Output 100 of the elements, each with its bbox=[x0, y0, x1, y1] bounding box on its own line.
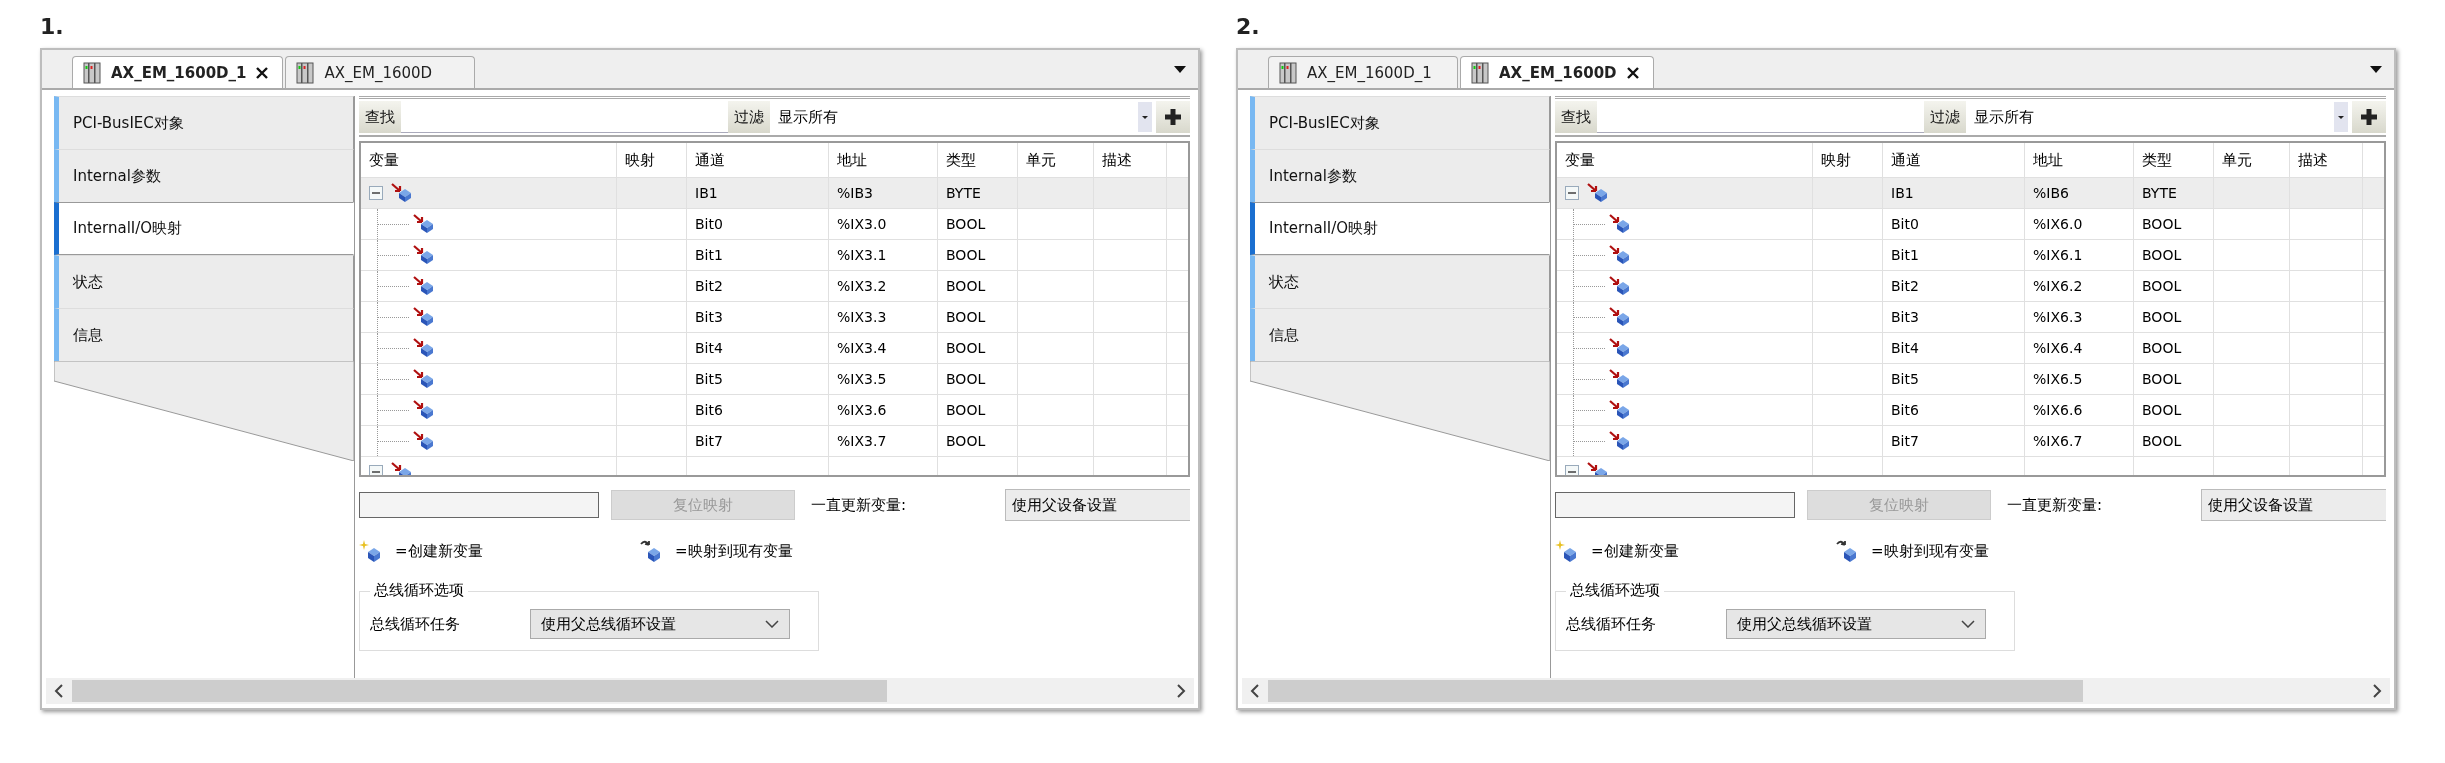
dropdown-arrow-icon[interactable] bbox=[2370, 66, 2382, 73]
table-row[interactable]: Bit3 %IX6.3 BOOL bbox=[1557, 301, 2384, 332]
legend-label: =映射到现有变量 bbox=[675, 541, 793, 561]
table-cell: Bit1 bbox=[1883, 240, 2025, 270]
input-field[interactable] bbox=[359, 492, 599, 518]
cycle-dropdown[interactable]: 使用父总线循环设置 bbox=[530, 609, 790, 639]
table-row[interactable]: Bit5 %IX6.5 BOOL bbox=[1557, 363, 2384, 394]
table-row[interactable]: Bit6 %IX3.6 BOOL bbox=[361, 394, 1188, 425]
table-row[interactable]: IB1 %IB3 BYTE bbox=[361, 177, 1188, 208]
update-dropdown[interactable]: 使用父设备设置 bbox=[2201, 489, 2386, 521]
sidebar-item[interactable]: Internal参数 bbox=[1250, 149, 1550, 202]
update-dropdown[interactable]: 使用父设备设置 bbox=[1005, 489, 1190, 521]
filter-dropdown[interactable]: 显示所有 bbox=[770, 107, 1138, 127]
arrow-cube-icon bbox=[1609, 245, 1631, 265]
device-icon bbox=[1279, 61, 1297, 84]
filter-dropdown[interactable]: 显示所有 bbox=[1966, 107, 2334, 127]
editor-tab[interactable]: AX_EM_1600D_1 bbox=[72, 56, 284, 88]
sidebar-item[interactable]: PCI-BusIEC对象 bbox=[54, 96, 354, 149]
table-cell: BOOL bbox=[2134, 426, 2214, 456]
collapse-toggle[interactable] bbox=[369, 465, 383, 475]
table-cell: %IX6.7 bbox=[2025, 426, 2134, 456]
close-icon[interactable] bbox=[1626, 66, 1639, 79]
sidebar-item[interactable]: Internal参数 bbox=[54, 149, 354, 202]
search-button[interactable]: 查找 bbox=[1555, 101, 1597, 133]
table-row[interactable]: Bit1 %IX3.1 BOOL bbox=[361, 239, 1188, 270]
scroll-left-icon[interactable] bbox=[1250, 684, 1260, 698]
table-cell: Bit5 bbox=[687, 364, 829, 394]
editor-tab[interactable]: AX_EM_1600D_1 bbox=[1268, 56, 1458, 88]
arrow-cube-icon bbox=[1609, 369, 1631, 389]
table-cell: %IX3.1 bbox=[829, 240, 938, 270]
figure-number: 1. bbox=[40, 14, 65, 41]
scroll-right-icon[interactable] bbox=[2372, 684, 2382, 698]
close-icon[interactable] bbox=[256, 66, 269, 79]
input-field[interactable] bbox=[1555, 492, 1795, 518]
sidebar-item[interactable]: PCI-BusIEC对象 bbox=[1250, 96, 1550, 149]
table-cell: %IX6.2 bbox=[2025, 271, 2134, 301]
table-cell: BYTE bbox=[938, 178, 1018, 208]
arrow-cube-icon bbox=[1609, 431, 1631, 451]
group-title: 总线循环选项 bbox=[370, 581, 468, 600]
sidebar-item[interactable]: 信息 bbox=[54, 308, 354, 361]
sidebar-item[interactable]: InternalI/O映射 bbox=[1250, 202, 1550, 255]
horizontal-scrollbar[interactable] bbox=[46, 678, 1194, 704]
arrow-cube-icon bbox=[413, 214, 435, 234]
table-cell: BOOL bbox=[2134, 333, 2214, 363]
table-cell: %IX6.0 bbox=[2025, 209, 2134, 239]
table-cell: Bit7 bbox=[1883, 426, 2025, 456]
device-icon bbox=[1471, 61, 1489, 84]
table-cell: %IX3.5 bbox=[829, 364, 938, 394]
arrow-cube-icon bbox=[413, 369, 435, 389]
scroll-left-icon[interactable] bbox=[54, 684, 64, 698]
cycle-dropdown[interactable]: 使用父总线循环设置 bbox=[1726, 609, 1986, 639]
filter-button[interactable]: 过滤 bbox=[728, 101, 770, 133]
collapse-toggle[interactable] bbox=[1565, 465, 1579, 475]
horizontal-scrollbar[interactable] bbox=[1242, 678, 2390, 704]
table-cell: Bit2 bbox=[1883, 271, 2025, 301]
scrollbar-thumb[interactable] bbox=[1268, 680, 2084, 702]
table-cell: %IX3.3 bbox=[829, 302, 938, 332]
table-cell: %IX6.3 bbox=[2025, 302, 2134, 332]
table-row[interactable]: Bit0 %IX3.0 BOOL bbox=[361, 208, 1188, 239]
table-row[interactable]: Bit5 %IX3.5 BOOL bbox=[361, 363, 1188, 394]
sidebar-item[interactable]: 状态 bbox=[54, 255, 354, 308]
table-row[interactable]: Bit4 %IX6.4 BOOL bbox=[1557, 332, 2384, 363]
device-icon bbox=[296, 61, 315, 84]
add-button[interactable] bbox=[1156, 101, 1190, 133]
table-cell: BOOL bbox=[938, 271, 1018, 301]
arrow-cube-icon bbox=[1587, 183, 1609, 203]
table-row[interactable]: Bit0 %IX6.0 BOOL bbox=[1557, 208, 2384, 239]
table-row[interactable]: Bit4 %IX3.4 BOOL bbox=[361, 332, 1188, 363]
add-button[interactable] bbox=[2352, 101, 2386, 133]
filter-button[interactable]: 过滤 bbox=[1924, 101, 1966, 133]
scrollbar-thumb[interactable] bbox=[72, 680, 888, 702]
table-row[interactable]: Bit3 %IX3.3 BOOL bbox=[361, 301, 1188, 332]
device-icon bbox=[83, 61, 101, 84]
scroll-right-icon[interactable] bbox=[1176, 684, 1186, 698]
search-button[interactable]: 查找 bbox=[359, 101, 401, 133]
table-row[interactable]: Bit2 %IX3.2 BOOL bbox=[361, 270, 1188, 301]
arrow-cube-icon bbox=[1609, 276, 1631, 296]
arrow-cube-icon bbox=[413, 431, 435, 451]
table-row[interactable]: Bit2 %IX6.2 BOOL bbox=[1557, 270, 2384, 301]
table-row[interactable]: Bit7 %IX3.7 BOOL bbox=[361, 425, 1188, 456]
sidebar-item[interactable]: InternalI/O映射 bbox=[54, 202, 354, 255]
table-row[interactable]: Bit6 %IX6.6 BOOL bbox=[1557, 394, 2384, 425]
editor-tab[interactable]: AX_EM_1600D bbox=[285, 56, 476, 88]
sidebar-item[interactable]: 信息 bbox=[1250, 308, 1550, 361]
table-cell: BOOL bbox=[938, 240, 1018, 270]
collapse-toggle[interactable] bbox=[1565, 186, 1579, 200]
table-row[interactable]: Bit1 %IX6.1 BOOL bbox=[1557, 239, 2384, 270]
collapse-toggle[interactable] bbox=[369, 186, 383, 200]
sidebar-item[interactable]: 状态 bbox=[1250, 255, 1550, 308]
table-cell: BOOL bbox=[938, 333, 1018, 363]
table-row[interactable]: IB1 %IB6 BYTE bbox=[1557, 177, 2384, 208]
editor-tab[interactable]: AX_EM_1600D bbox=[1460, 56, 1654, 88]
plus-icon bbox=[1164, 108, 1182, 126]
table-row[interactable]: Bit7 %IX6.7 BOOL bbox=[1557, 425, 2384, 456]
arrow-cube-icon bbox=[413, 276, 435, 296]
table-cell: %IX3.4 bbox=[829, 333, 938, 363]
dropdown-arrow-icon[interactable] bbox=[1174, 66, 1186, 73]
table-cell: %IX3.0 bbox=[829, 209, 938, 239]
table-cell: Bit5 bbox=[1883, 364, 2025, 394]
table-cell: BOOL bbox=[2134, 302, 2214, 332]
